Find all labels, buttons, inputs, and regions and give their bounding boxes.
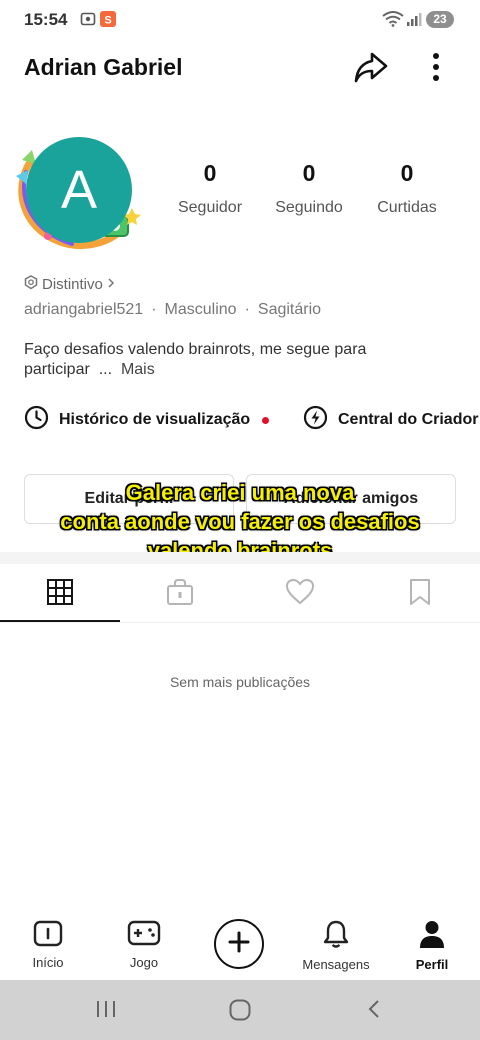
system-navigation-bar [0,980,480,1040]
section-divider [0,552,480,564]
bio-ellipsis: ... [98,361,113,378]
status-time: 15:54 [24,10,68,29]
caption-line-1: Galera criei uma nova [125,480,355,505]
lightning-icon [303,405,328,435]
lock-bag-icon [166,578,194,611]
create-post-button[interactable] [214,919,264,969]
empty-feed-message: Sem mais publicações [169,674,311,690]
nav-home-label: Início [32,955,64,970]
home-system-icon[interactable] [228,998,252,1027]
more-options-button[interactable] [416,50,456,88]
nav-home[interactable]: Início [8,919,88,970]
stat-following-value: 0 [302,160,316,186]
stat-likes-label: Curtidas [377,199,437,216]
nav-messages-label: Mensagens [302,957,370,972]
avatar-letter: A [26,137,132,243]
badge-icon [24,275,38,294]
chevron-right-icon [107,276,115,293]
bookmark-icon [408,578,432,611]
bio-more-link[interactable]: Mais [121,361,155,378]
clock-icon [24,405,49,435]
avatar[interactable]: A [12,132,148,250]
share-button[interactable] [351,50,391,88]
badge-link[interactable]: Distintivo [24,275,115,294]
recents-icon[interactable] [95,998,117,1025]
svg-text:S: S [104,15,111,27]
tab-private[interactable] [120,566,240,622]
bell-icon [322,920,350,953]
history-label: Histórico de visualização [59,411,251,428]
history-shortcut[interactable]: Histórico de visualização [24,405,270,435]
stat-followers-label: Seguidor [177,199,243,216]
nav-messages[interactable]: Mensagens [296,919,376,972]
tab-saved[interactable] [360,566,480,622]
bio-line-2: participar [24,361,90,378]
tabs-divider [0,622,480,623]
notification-dot [262,416,270,424]
signal-icon [406,11,422,32]
back-icon[interactable] [366,998,382,1025]
bottom-navigation: Início Jogo Mensagens Perfil [0,905,480,980]
profile-handle: adriangabriel521 [24,301,144,318]
nav-profile[interactable]: Perfil [392,919,472,972]
status-bar: 15:54 S 23 [0,0,480,40]
wifi-icon [382,11,404,32]
tab-posts[interactable] [0,566,120,622]
profile-sign: Sagitário [257,301,322,318]
battery-badge: 23 [426,11,454,28]
share-icon [354,51,388,88]
profile-info-line: adriangabriel521 · Masculino · Sagitário [24,301,322,318]
profile-username: Adrian Gabriel [24,54,183,80]
caption-line-2: conta aonde vou fazer os desafios [60,509,420,534]
profile-gender: Masculino [164,301,237,318]
nav-game-label: Jogo [129,955,159,970]
stat-following-label: Seguindo [275,199,343,216]
profile-icon [418,921,446,953]
stat-following[interactable]: 0 Seguindo [259,160,359,217]
gamepad-icon [127,920,161,951]
stat-likes[interactable]: 0 Curtidas [357,160,457,217]
badge-label: Distintivo [42,276,103,293]
profile-bio: Faço desafios valendo brainrots, me segu… [24,340,444,380]
nav-game[interactable]: Jogo [104,919,184,970]
nav-profile-label: Perfil [415,957,449,972]
tab-liked[interactable] [240,566,360,622]
stat-followers[interactable]: 0 Seguidor [160,160,260,217]
app-notification-icon: S [100,11,116,32]
stat-followers-value: 0 [203,160,217,186]
grid-icon [46,578,74,611]
more-vertical-icon [432,52,440,87]
stat-likes-value: 0 [400,160,414,186]
creator-center-label: Central do Criador [338,411,479,428]
heart-icon [285,578,315,610]
creator-center-shortcut[interactable]: Central do Criador [303,405,478,435]
home-icon [33,920,63,951]
screenshot-icon [80,11,96,32]
plus-icon [228,931,250,958]
bio-line-1: Faço desafios valendo brainrots, me segu… [24,341,367,358]
